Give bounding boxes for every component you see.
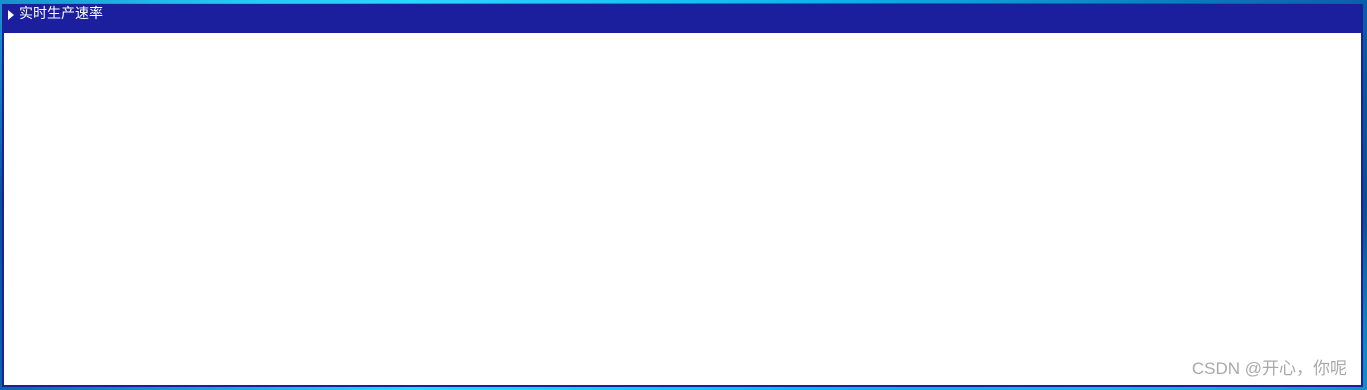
background-top-streak <box>0 0 1367 3</box>
panel-title: 实时生产速率 <box>19 6 103 22</box>
watermark: CSDN @开心，你呢 <box>1191 359 1347 378</box>
production-rate-panel: 实时生产速率 CSDN @开心，你呢 <box>2 4 1363 387</box>
panel-body: CSDN @开心，你呢 <box>4 33 1361 385</box>
panel-header[interactable]: 实时生产速率 <box>4 6 1361 33</box>
triangle-right-icon[interactable] <box>8 10 14 20</box>
